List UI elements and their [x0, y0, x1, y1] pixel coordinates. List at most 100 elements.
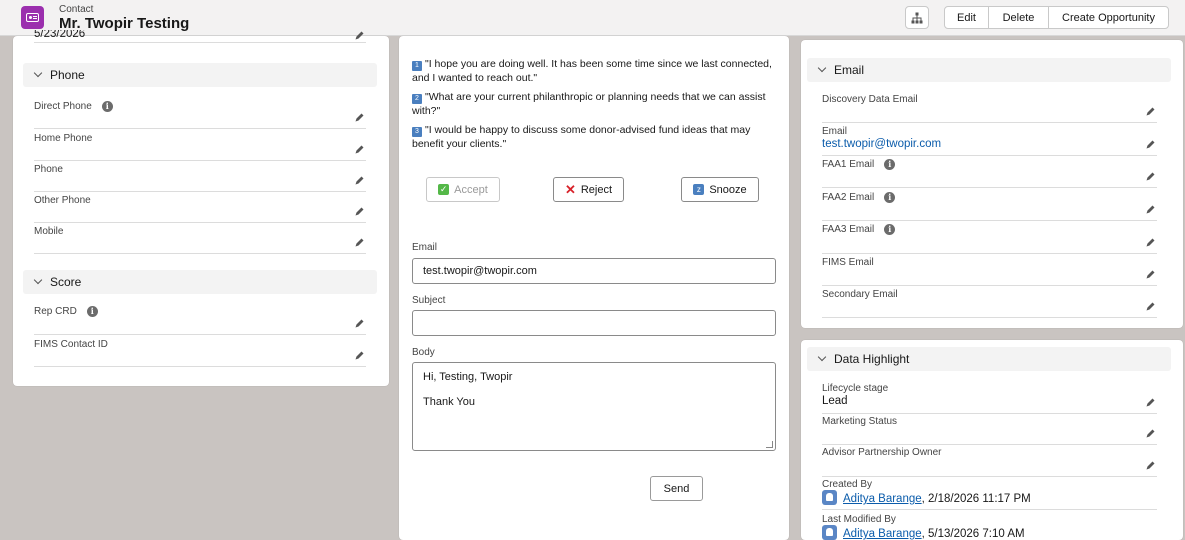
button-label: Accept: [454, 183, 488, 196]
field-fims-email: FIMS Email: [822, 255, 1157, 286]
pencil-icon[interactable]: [1145, 107, 1155, 117]
field-marketing-status: Marketing Status: [822, 414, 1157, 445]
modified-by-user-link[interactable]: Aditya Barange: [843, 528, 922, 540]
x-icon: ✕: [564, 181, 576, 197]
field-label: FAA3 Email: [822, 224, 875, 235]
pencil-icon[interactable]: [1145, 205, 1155, 215]
field-label: Other Phone: [34, 195, 91, 206]
pencil-icon[interactable]: [354, 31, 364, 41]
pencil-icon[interactable]: [1145, 398, 1155, 408]
chevron-down-icon: [33, 68, 43, 78]
reject-button[interactable]: ✕ Reject: [553, 177, 624, 202]
pencil-icon[interactable]: [1145, 238, 1155, 248]
score-section-header[interactable]: Score: [23, 270, 377, 294]
email-link[interactable]: test.twopir@twopir.com: [822, 138, 941, 150]
snooze-button[interactable]: z Snooze: [681, 177, 759, 202]
left-details-panel: 5/23/2026 Phone Direct Phone i Home Phone…: [13, 30, 389, 386]
field-label: Phone: [34, 164, 63, 175]
body-textarea[interactable]: Hi, Testing, Twopir Thank You: [412, 362, 776, 451]
field-faa3-email: FAA3 Email i: [822, 222, 1157, 254]
info-icon[interactable]: i: [884, 224, 896, 235]
field-label: Email: [822, 126, 848, 137]
pencil-icon[interactable]: [1145, 270, 1155, 280]
section-title: Email: [834, 63, 865, 77]
field-label: Rep CRD: [34, 306, 77, 317]
field-label: FIMS Contact ID: [34, 339, 108, 350]
info-icon[interactable]: i: [101, 101, 113, 112]
suggestion-text: "I would be happy to discuss some donor-…: [412, 124, 751, 150]
pencil-icon[interactable]: [1145, 172, 1155, 182]
field-rep-crd: Rep CRD i: [34, 304, 366, 335]
body-line: Thank You: [423, 396, 475, 408]
suggestion-3: 3 "I would be happy to discuss some donor…: [412, 123, 782, 151]
chevron-down-icon: [817, 63, 827, 73]
suggestion-1: 1 "I hope you are doing well. It has been…: [412, 57, 782, 85]
section-title: Data Highlight: [834, 352, 910, 366]
field-label: Home Phone: [34, 133, 93, 144]
pencil-icon[interactable]: [354, 207, 364, 217]
snooze-icon: z: [693, 184, 705, 195]
partial-field: 5/23/2026: [34, 30, 366, 43]
chevron-down-icon: [33, 275, 43, 285]
info-icon[interactable]: i: [884, 159, 896, 170]
body-label: Body: [412, 347, 435, 358]
field-direct-phone: Direct Phone i: [34, 99, 366, 129]
field-lifecycle-stage: Lifecycle stage Lead: [822, 381, 1157, 414]
field-last-modified-by: Last Modified By Aditya Barange, 5/13/20…: [822, 512, 1157, 540]
created-by-user-link[interactable]: Aditya Barange: [843, 493, 922, 505]
pencil-icon[interactable]: [354, 176, 364, 186]
field-label: Last Modified By: [822, 514, 896, 525]
field-label: FAA1 Email: [822, 159, 875, 170]
delete-button[interactable]: Delete: [988, 6, 1049, 29]
send-button[interactable]: Send: [650, 476, 703, 501]
modified-date: , 5/13/2026 7:10 AM: [921, 528, 1025, 540]
field-label: Advisor Partnership Owner: [822, 447, 942, 458]
lifecycle-value: Lead: [822, 395, 848, 407]
number-3-icon: 3: [412, 127, 422, 137]
field-faa1-email: FAA1 Email i: [822, 157, 1157, 188]
accept-button[interactable]: ✓ Accept: [426, 177, 500, 202]
field-label: Secondary Email: [822, 289, 898, 300]
partial-field-value: 5/23/2026: [34, 30, 86, 40]
hierarchy-button[interactable]: [905, 6, 929, 29]
edit-button[interactable]: Edit: [944, 6, 989, 29]
email-label: Email: [412, 242, 438, 253]
pencil-icon[interactable]: [354, 351, 364, 361]
section-title: Score: [50, 275, 82, 289]
pencil-icon[interactable]: [354, 113, 364, 123]
create-opportunity-button[interactable]: Create Opportunity: [1048, 6, 1169, 29]
email-section-header[interactable]: Email: [807, 58, 1171, 82]
object-type-label: Contact: [59, 4, 94, 15]
button-label: Snooze: [709, 183, 747, 196]
pencil-icon[interactable]: [1145, 461, 1155, 471]
email-input[interactable]: test.twopir@twopir.com: [412, 258, 776, 284]
info-icon[interactable]: i: [884, 192, 896, 203]
field-home-phone: Home Phone: [34, 131, 366, 161]
field-phone: Phone: [34, 162, 366, 192]
field-label: Discovery Data Email: [822, 94, 918, 105]
field-email: Email test.twopir@twopir.com: [822, 124, 1157, 156]
pencil-icon[interactable]: [1145, 302, 1155, 312]
resize-grip-icon[interactable]: [766, 441, 773, 448]
field-other-phone: Other Phone: [34, 193, 366, 223]
pencil-icon[interactable]: [1145, 429, 1155, 439]
pencil-icon[interactable]: [354, 238, 364, 248]
number-1-icon: 1: [412, 61, 422, 71]
phone-section-header[interactable]: Phone: [23, 63, 377, 87]
chevron-down-icon: [817, 352, 827, 362]
created-date: , 2/18/2026 11:17 PM: [921, 493, 1031, 505]
field-mobile: Mobile: [34, 224, 366, 254]
subject-label: Subject: [412, 295, 446, 306]
pencil-icon[interactable]: [1145, 140, 1155, 150]
data-highlight-section-header[interactable]: Data Highlight: [807, 347, 1171, 371]
pencil-icon[interactable]: [354, 145, 364, 155]
field-faa2-email: FAA2 Email i: [822, 190, 1157, 221]
number-2-icon: 2: [412, 94, 422, 104]
field-advisor-partnership-owner: Advisor Partnership Owner: [822, 445, 1157, 477]
info-icon[interactable]: i: [86, 306, 98, 317]
button-label: Reject: [580, 183, 613, 196]
pencil-icon[interactable]: [354, 319, 364, 329]
data-highlight-panel: Data Highlight Lifecycle stage Lead Mark…: [801, 340, 1183, 540]
field-label: Marketing Status: [822, 416, 898, 427]
subject-input[interactable]: [412, 310, 776, 336]
